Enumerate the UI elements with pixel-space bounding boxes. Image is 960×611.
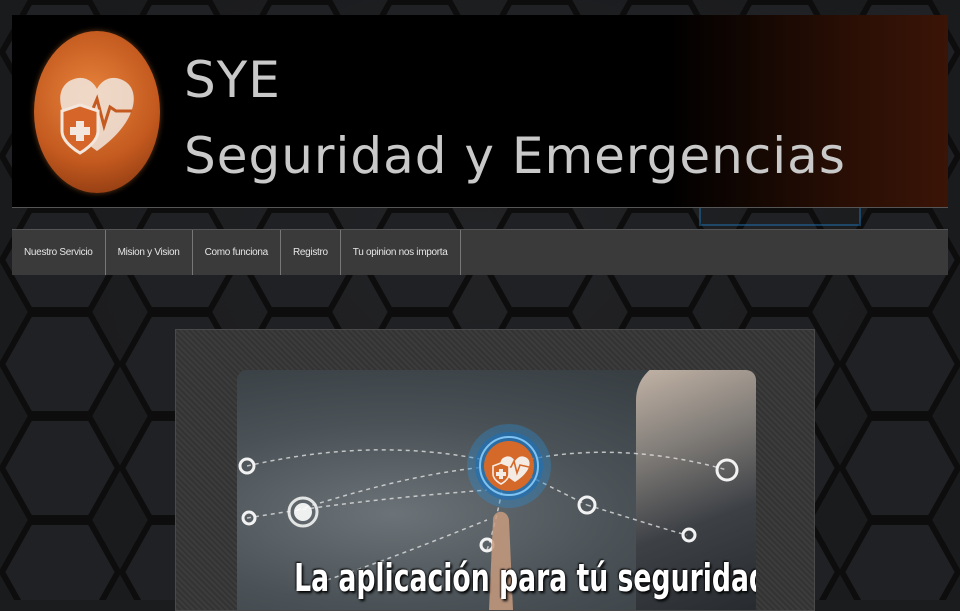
site-header: SYE Seguridad y Emergencias — [12, 15, 948, 208]
nav-item-label[interactable]: Registro — [281, 230, 340, 275]
hero-slide[interactable]: La aplicación para tú seguridad — [237, 370, 756, 610]
nav-item-nuestro-servicio[interactable]: Nuestro Servicio — [12, 230, 106, 275]
nav-item-label[interactable]: Mision y Vision — [106, 230, 192, 275]
heart-shield-icon[interactable] — [34, 31, 160, 193]
nav-item-como-funciona[interactable]: Como funciona — [193, 230, 281, 275]
nav-item-mision-vision[interactable]: Mision y Vision — [106, 230, 193, 275]
nav-item-label[interactable]: Nuestro Servicio — [12, 230, 105, 275]
nav-item-label[interactable]: Tu opinion nos importa — [341, 230, 460, 275]
slide-caption: La aplicación para tú seguridad — [294, 556, 756, 600]
brand-short: SYE — [184, 51, 281, 109]
brand-full-name: Seguridad y Emergencias — [184, 127, 846, 185]
nav-item-tu-opinion[interactable]: Tu opinion nos importa — [341, 230, 461, 275]
nav-item-label[interactable]: Como funciona — [193, 230, 280, 275]
nav-item-registro[interactable]: Registro — [281, 230, 341, 275]
heart-shield-icon[interactable] — [484, 441, 534, 491]
main-navigation: Nuestro Servicio Mision y Vision Como fu… — [12, 229, 948, 275]
